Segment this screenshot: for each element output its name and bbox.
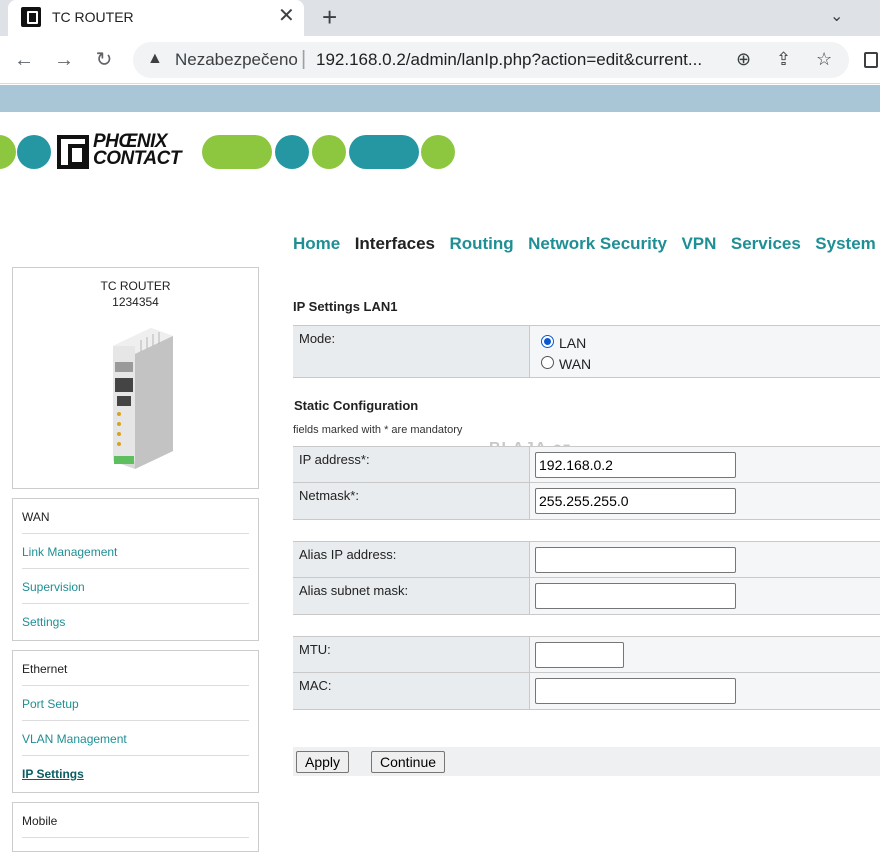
sidebar-item-link-management[interactable]: Link Management [22,533,249,568]
mode-label: Mode: [299,331,336,346]
mtu-input[interactable] [535,642,624,668]
sidebar-ethernet: Ethernet Port Setup VLAN Management IP S… [12,650,259,793]
static-config-title: Static Configuration [294,398,419,413]
alias-mask-row: Alias subnet mask: [293,578,880,615]
logo-dot [312,135,346,169]
logo-dot [349,135,419,169]
url-text[interactable]: 192.168.0.2/admin/lanIp.php?action=edit&… [316,50,721,70]
nav-vpn[interactable]: VPN [681,234,716,253]
logo-dot [202,135,272,169]
nav-services[interactable]: Services [731,234,801,253]
device-name: TC ROUTER [100,279,171,293]
phoenix-favicon-icon [21,7,41,27]
netmask-input[interactable] [535,488,736,514]
page-title: IP Settings LAN1 [293,299,398,314]
sidebar-item-port-setup[interactable]: Port Setup [22,685,249,720]
mode-row: Mode: LAN WAN [293,325,880,378]
mac-row: MAC: [293,673,880,710]
browser-tab[interactable]: TC ROUTER ✕ [8,0,304,36]
sidebar-item-settings[interactable]: Settings [22,603,249,638]
mode-lan-radio[interactable] [541,335,554,348]
nav-interfaces[interactable]: Interfaces [355,234,435,253]
sidebar-heading-wan: WAN [22,510,50,524]
sidebar-heading-ethernet: Ethernet [22,662,68,676]
bookmark-star-icon[interactable]: ☆ [816,49,832,70]
sidebar-item-supervision[interactable]: Supervision [22,568,249,603]
netmask-label: Netmask*: [299,488,359,503]
phoenix-contact-logo: PHŒNIX CONTACT [0,131,460,171]
sidebar-wan: WAN Link Management Supervision Settings [12,498,259,641]
address-bar[interactable]: ▲ Nezabezpečeno | 192.168.0.2/admin/lanI… [133,42,849,78]
sidebar-divider [22,837,249,849]
tab-title: TC ROUTER [52,9,134,25]
alias-ip-input[interactable] [535,547,736,573]
sidebar-mobile: Mobile [12,802,259,852]
close-tab-icon[interactable]: ✕ [278,4,295,28]
ip-address-label: IP address*: [299,452,370,467]
top-navigation: Home Interfaces Routing Network Security… [293,234,880,254]
logo-dot [0,135,16,169]
back-arrow-icon[interactable]: ← [10,46,38,74]
device-serial: 1234354 [112,295,159,309]
zoom-icon[interactable]: ⊕ [736,49,751,70]
forward-arrow-icon[interactable]: → [50,46,78,74]
mtu-label: MTU: [299,642,331,657]
mac-input[interactable] [535,678,736,704]
alias-mask-input[interactable] [535,583,736,609]
router-device-image [113,328,173,469]
device-info-panel: TC ROUTER 1234354 [12,267,259,489]
url-separator: | [301,48,307,70]
nav-routing[interactable]: Routing [449,234,513,253]
nav-home[interactable]: Home [293,234,340,253]
ip-address-input[interactable] [535,452,736,478]
sidebar-heading-mobile: Mobile [22,814,58,828]
sidebar-item-ip-settings[interactable]: IP Settings [22,755,249,790]
logo-wordmark: PHŒNIX CONTACT [57,131,197,171]
alias-mask-label: Alias subnet mask: [299,583,409,598]
reload-icon[interactable]: ↻ [90,46,118,74]
logo-dot [17,135,51,169]
side-panel-icon[interactable] [864,52,878,68]
mac-label: MAC: [299,678,332,693]
browser-tabbar: TC ROUTER ✕ + ⌄ [0,0,880,36]
phoenix-mark-icon [57,135,89,169]
netmask-row: Netmask*: [293,483,880,520]
mode-wan-label[interactable]: WAN [559,356,591,372]
logo-text: PHŒNIX CONTACT [93,131,181,169]
nav-network-security[interactable]: Network Security [528,234,667,253]
mandatory-note: fields marked with * are mandatory [293,424,463,436]
mode-cell: LAN WAN [529,326,880,377]
tab-search-chevron-icon[interactable]: ⌄ [830,6,843,26]
continue-button[interactable]: Continue [371,751,446,773]
ip-address-row: IP address*: [293,446,880,483]
logo-dot [275,135,309,169]
new-tab-plus-icon[interactable]: + [322,3,337,31]
alias-ip-label: Alias IP address: [299,547,397,562]
logo-dot [421,135,455,169]
mode-wan-radio[interactable] [541,356,554,369]
apply-button[interactable]: Apply [296,751,350,773]
sidebar-item-vlan-management[interactable]: VLAN Management [22,720,249,755]
header-strip [0,85,880,112]
warning-triangle-icon[interactable]: ▲ [147,50,163,68]
nav-system[interactable]: System [815,234,875,253]
security-label[interactable]: Nezabezpečeno [175,50,298,70]
mtu-row: MTU: [293,636,880,673]
mode-lan-label[interactable]: LAN [559,335,586,351]
form-buttons: Apply Continue [293,747,880,776]
browser-toolbar: ← → ↻ ▲ Nezabezpečeno | 192.168.0.2/admi… [0,36,880,84]
share-icon[interactable]: ⇪ [776,49,791,70]
alias-ip-row: Alias IP address: [293,541,880,578]
